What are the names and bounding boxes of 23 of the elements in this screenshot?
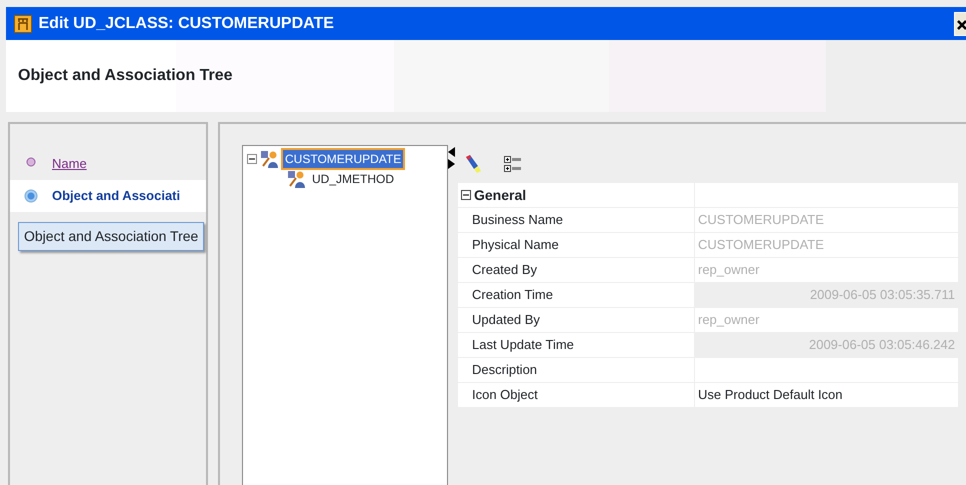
property-value: rep_owner — [694, 308, 958, 332]
property-name: Business Name — [471, 211, 564, 230]
property-name: Description — [471, 361, 538, 380]
property-value: 2009-06-05 03:05:46.242 — [694, 333, 958, 357]
property-value: rep_owner — [694, 258, 958, 282]
current-step: Object and Associati — [52, 186, 180, 206]
step-link[interactable]: Name — [52, 154, 87, 174]
property-name: Created By — [471, 261, 538, 280]
property-name: Last Update Time — [471, 336, 575, 354]
property-value: 2009-06-05 03:05:35.711 — [694, 283, 958, 307]
property-value[interactable]: Use Product Default Icon — [694, 383, 958, 407]
section-heading: General — [474, 186, 526, 204]
window-title: Edit UD_JCLASS: CUSTOMERUPDATE — [38, 14, 334, 34]
page-heading: Object and Association Tree — [18, 66, 233, 86]
property-name: Icon Object — [471, 386, 539, 404]
tree-node[interactable]: UD_JMETHOD — [310, 170, 396, 188]
tooltip: Object and Association Tree — [18, 222, 204, 251]
property-name: Updated By — [471, 311, 541, 330]
property-name: Physical Name — [471, 236, 560, 254]
property-value: CUSTOMERUPDATE — [694, 233, 958, 257]
property-name: Creation Time — [471, 286, 554, 304]
tree-node[interactable]: CUSTOMERUPDATE — [283, 150, 404, 168]
property-value: CUSTOMERUPDATE — [694, 208, 958, 232]
